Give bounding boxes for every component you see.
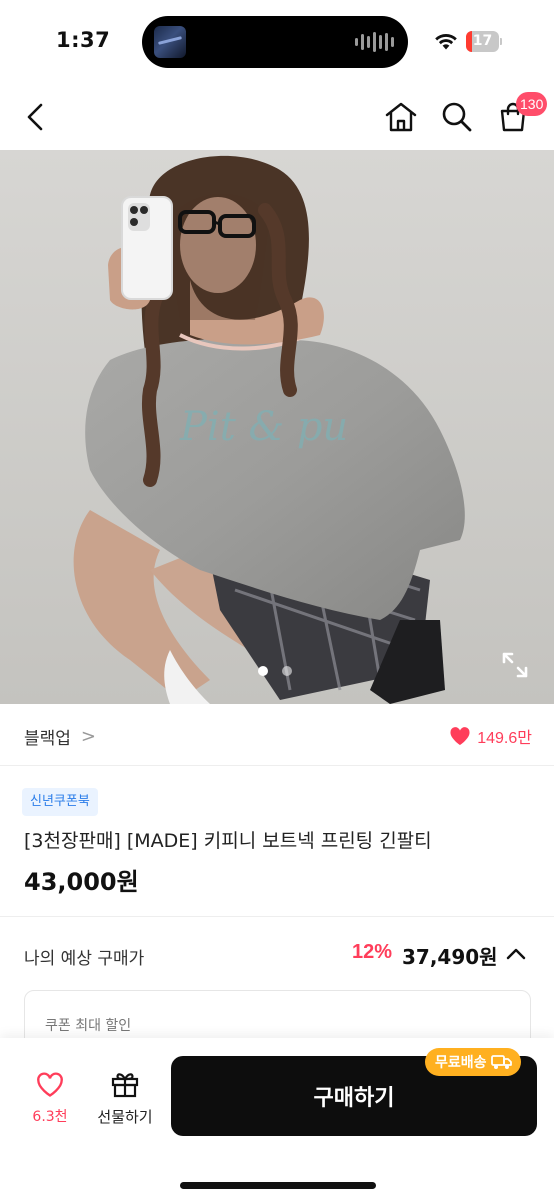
battery-percent: 17 xyxy=(472,33,493,49)
discount-rate: 12% xyxy=(352,941,393,963)
wifi-icon xyxy=(435,34,457,50)
carousel-dots xyxy=(258,666,292,676)
chevron-right-icon: > xyxy=(80,726,97,747)
divider xyxy=(0,916,554,917)
product-photo: Pit & pu xyxy=(0,150,554,704)
heart-filled-icon xyxy=(450,727,470,746)
home-button[interactable] xyxy=(382,98,420,136)
brand-link[interactable]: 블랙업 > xyxy=(24,724,96,749)
product-image-carousel[interactable]: Pit & pu xyxy=(0,150,554,704)
estimated-price-toggle[interactable]: 나의 예상 구매가 12% 37,490원 xyxy=(0,930,554,978)
audio-waveform-icon xyxy=(355,32,394,52)
wishlist-count: 6.3천 xyxy=(32,1109,68,1125)
brand-like-button[interactable]: 149.6만 xyxy=(449,724,532,748)
truck-icon xyxy=(490,1055,512,1069)
brand-name: 블랙업 xyxy=(24,729,71,749)
coupon-tag[interactable]: 신년쿠폰북 xyxy=(22,788,98,816)
chevron-up-icon xyxy=(506,948,526,960)
status-bar: 1:37 17 xyxy=(0,0,554,84)
carousel-dot-active[interactable] xyxy=(258,666,268,676)
gift-label: 선물하기 xyxy=(97,1108,153,1126)
brand-row: 블랙업 > 149.6만 xyxy=(0,704,554,766)
battery-icon: 17 xyxy=(466,31,502,52)
sweatshirt-print: Pit & pu xyxy=(179,404,348,450)
wishlist-button[interactable]: 6.3천 xyxy=(24,1072,76,1132)
expand-icon[interactable] xyxy=(498,648,532,682)
top-nav: 130 xyxy=(0,84,554,150)
home-indicator[interactable] xyxy=(180,1182,376,1189)
heart-icon xyxy=(37,1072,63,1097)
estimated-price-label: 나의 예상 구매가 xyxy=(24,949,145,969)
coupon-max-discount-label: 쿠폰 최대 할인 xyxy=(45,1018,132,1034)
back-button[interactable] xyxy=(16,98,54,136)
cart-button[interactable]: 130 xyxy=(494,92,548,136)
home-icon xyxy=(385,102,417,132)
product-price: 43,000원 xyxy=(24,868,139,896)
chevron-left-icon xyxy=(27,103,43,131)
gift-button[interactable]: 선물하기 xyxy=(92,1070,158,1130)
cart-count-badge: 130 xyxy=(516,92,548,116)
bottom-action-bar: 6.3천 선물하기 구매하기 무료배송 xyxy=(0,1038,554,1200)
estimated-price: 37,490원 xyxy=(402,945,498,969)
now-playing-thumbnail xyxy=(154,26,186,58)
carousel-dot[interactable] xyxy=(282,666,292,676)
search-icon xyxy=(442,102,472,132)
dynamic-island[interactable] xyxy=(142,16,408,68)
search-button[interactable] xyxy=(438,98,476,136)
product-title: [3천장판매] [MADE] 키피니 보트넥 프린팅 긴팔티 xyxy=(24,830,432,852)
free-shipping-badge: 무료배송 xyxy=(425,1048,521,1076)
gift-icon xyxy=(111,1073,139,1098)
free-shipping-label: 무료배송 xyxy=(435,1055,487,1071)
status-time: 1:37 xyxy=(56,28,111,52)
brand-like-count: 149.6만 xyxy=(477,730,532,747)
